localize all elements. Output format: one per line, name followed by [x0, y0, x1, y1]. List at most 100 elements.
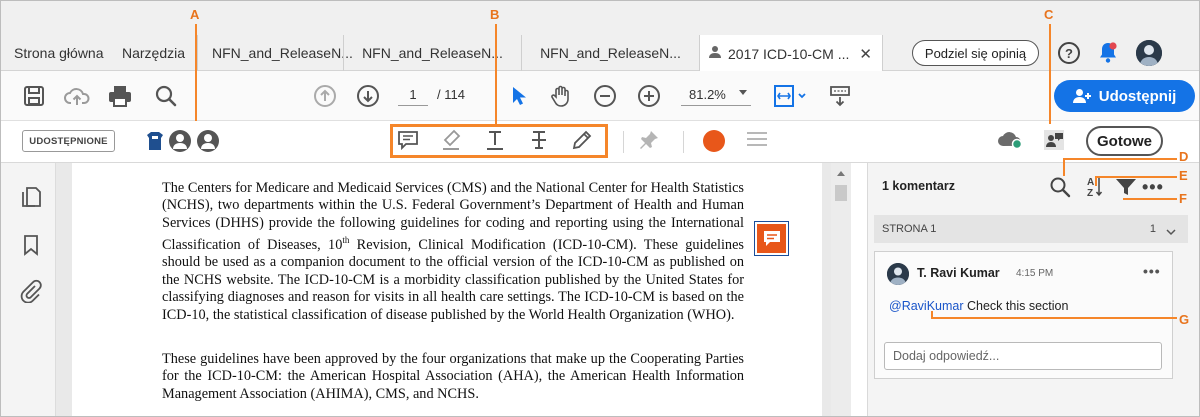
comments-panel: 1 komentarz AZ ••• STRONA 1 1 T. Ravi Ku… — [867, 163, 1199, 416]
callout-line-f — [1123, 198, 1177, 200]
comment-bubble-icon — [757, 224, 786, 253]
user-avatar[interactable] — [1136, 40, 1162, 66]
hand-tool-icon[interactable] — [548, 83, 574, 109]
done-button[interactable]: Gotowe — [1086, 126, 1163, 156]
callout-label-f: F — [1179, 191, 1187, 206]
comment-marker[interactable] — [754, 221, 789, 256]
line-weight-icon[interactable] — [745, 128, 769, 152]
help-icon[interactable]: ? — [1058, 42, 1080, 64]
callout-label-g: G — [1179, 312, 1190, 327]
tab-document-active[interactable]: 2017 ICD-10-CM ... ✕ — [699, 35, 883, 72]
callout-label-a: A — [190, 7, 200, 22]
callout-line-d-drop — [1063, 158, 1065, 176]
more-options-icon[interactable]: ••• — [1142, 177, 1164, 198]
participant-avatar[interactable] — [197, 130, 219, 152]
tab-tools[interactable]: Narzędzia — [122, 35, 185, 71]
page-group-header[interactable]: STRONA 1 1 — [874, 215, 1188, 243]
zoom-out-icon[interactable] — [592, 83, 618, 109]
main-toolbar: / 114 81.2% Udostępnij — [1, 71, 1199, 121]
page-group-label: STRONA 1 — [882, 223, 937, 235]
cloud-sync-icon[interactable] — [996, 128, 1024, 152]
vertical-scrollbar[interactable] — [831, 163, 851, 416]
sticky-note-icon[interactable] — [396, 128, 420, 152]
callout-label-e: E — [1179, 168, 1188, 183]
callout-label-c: C — [1044, 7, 1054, 22]
print-icon[interactable] — [107, 83, 133, 109]
document-viewport[interactable]: The Centers for Medicare and Medicaid Se… — [56, 163, 851, 416]
chevron-down-icon — [739, 90, 747, 95]
callout-line-e-drop — [1095, 176, 1097, 186]
scroll-up-icon[interactable] — [837, 171, 845, 176]
comment-timestamp: 4:15 PM — [1016, 268, 1054, 279]
callout-label-b: B — [490, 7, 500, 22]
share-button[interactable]: Udostępnij — [1054, 80, 1195, 112]
comment-text: Check this section — [963, 299, 1069, 313]
left-navigation-rail — [1, 163, 56, 416]
callout-line-a — [195, 24, 197, 121]
pdf-page: The Centers for Medicare and Medicaid Se… — [72, 163, 822, 416]
attachment-icon[interactable] — [19, 279, 43, 304]
tab-bar: Strona główna Narzędzia NFN_and_ReleaseN… — [1, 1, 1199, 72]
select-tool-icon[interactable] — [505, 83, 531, 109]
highlight-icon[interactable] — [439, 128, 463, 152]
toolbar-divider — [623, 131, 624, 153]
comments-count-title: 1 komentarz — [882, 179, 955, 193]
comment-author: T. Ravi Kumar — [917, 266, 1000, 280]
chevron-down-icon[interactable] — [1166, 223, 1176, 241]
strikethrough-text-icon[interactable] — [527, 128, 551, 152]
tab-home[interactable]: Strona główna — [14, 35, 104, 71]
save-icon[interactable] — [21, 83, 47, 109]
tab-document-1[interactable]: NFN_and_ReleaseN... — [197, 35, 353, 71]
feedback-button[interactable]: Podziel się opinią — [912, 40, 1039, 66]
document-paragraph: These guidelines have been approved by t… — [162, 351, 744, 402]
comment-card[interactable]: T. Ravi Kumar 4:15 PM ••• @RaviKumar Che… — [874, 251, 1173, 379]
shared-user-icon — [708, 45, 722, 62]
reply-input[interactable] — [884, 342, 1162, 370]
tab-document-active-label: 2017 ICD-10-CM ... — [728, 45, 850, 62]
acrobat-window: Strona główna Narzędzia NFN_and_ReleaseN… — [0, 0, 1200, 417]
pencil-draw-icon[interactable] — [570, 128, 594, 152]
callout-line-b — [495, 24, 497, 124]
underline-text-icon[interactable] — [483, 128, 507, 152]
close-icon[interactable]: ✕ — [859, 45, 872, 63]
zoom-in-icon[interactable] — [636, 83, 662, 109]
document-paragraph: The Centers for Medicare and Medicaid Se… — [162, 180, 744, 324]
next-page-icon[interactable] — [355, 83, 381, 109]
comments-panel-icon[interactable] — [1042, 128, 1066, 152]
zoom-level-dropdown[interactable]: 81.2% — [681, 84, 751, 106]
zoom-level-value: 81.2% — [689, 87, 726, 102]
pin-icon[interactable] — [637, 128, 661, 152]
callout-line-d — [1063, 158, 1177, 160]
participant-avatar[interactable] — [169, 130, 191, 152]
find-icon[interactable] — [153, 83, 179, 109]
callout-line-g-drop — [931, 311, 933, 319]
color-picker-swatch[interactable] — [703, 130, 725, 152]
user-mention[interactable]: @RaviKumar — [889, 299, 964, 313]
scrollbar-thumb[interactable] — [835, 185, 847, 201]
scroll-mode-icon[interactable] — [827, 83, 853, 109]
add-user-icon — [1072, 89, 1091, 103]
notification-bell-icon[interactable] — [1097, 40, 1119, 66]
cloud-upload-icon[interactable] — [64, 83, 90, 109]
filter-icon[interactable] — [1114, 175, 1138, 199]
svg-text:A: A — [1087, 177, 1094, 188]
callout-line-e — [1095, 176, 1177, 178]
search-icon[interactable] — [1048, 175, 1072, 199]
previous-page-icon[interactable] — [312, 83, 338, 109]
comment-toolbar: UDOSTĘPNIONE Gotowe — [1, 121, 1199, 163]
comment-body: @RaviKumar Check this section — [889, 299, 1068, 313]
participant-avatar[interactable] — [144, 130, 166, 152]
avatar — [887, 263, 909, 285]
callout-label-d: D — [1179, 149, 1189, 164]
page-thumbnails-icon[interactable] — [19, 185, 43, 209]
fit-page-icon[interactable] — [771, 83, 811, 109]
sort-icon[interactable]: AZ — [1082, 175, 1106, 199]
page-group-count: 1 — [1149, 223, 1156, 235]
tab-document-3[interactable]: NFN_and_ReleaseN... — [521, 35, 699, 71]
callout-line-g — [931, 317, 1177, 319]
comment-more-options-icon[interactable]: ••• — [1143, 263, 1161, 279]
share-button-label: Udostępnij — [1098, 87, 1177, 105]
bookmark-icon[interactable] — [19, 233, 43, 257]
page-total: / 114 — [437, 87, 465, 102]
page-number-input[interactable] — [398, 84, 428, 106]
